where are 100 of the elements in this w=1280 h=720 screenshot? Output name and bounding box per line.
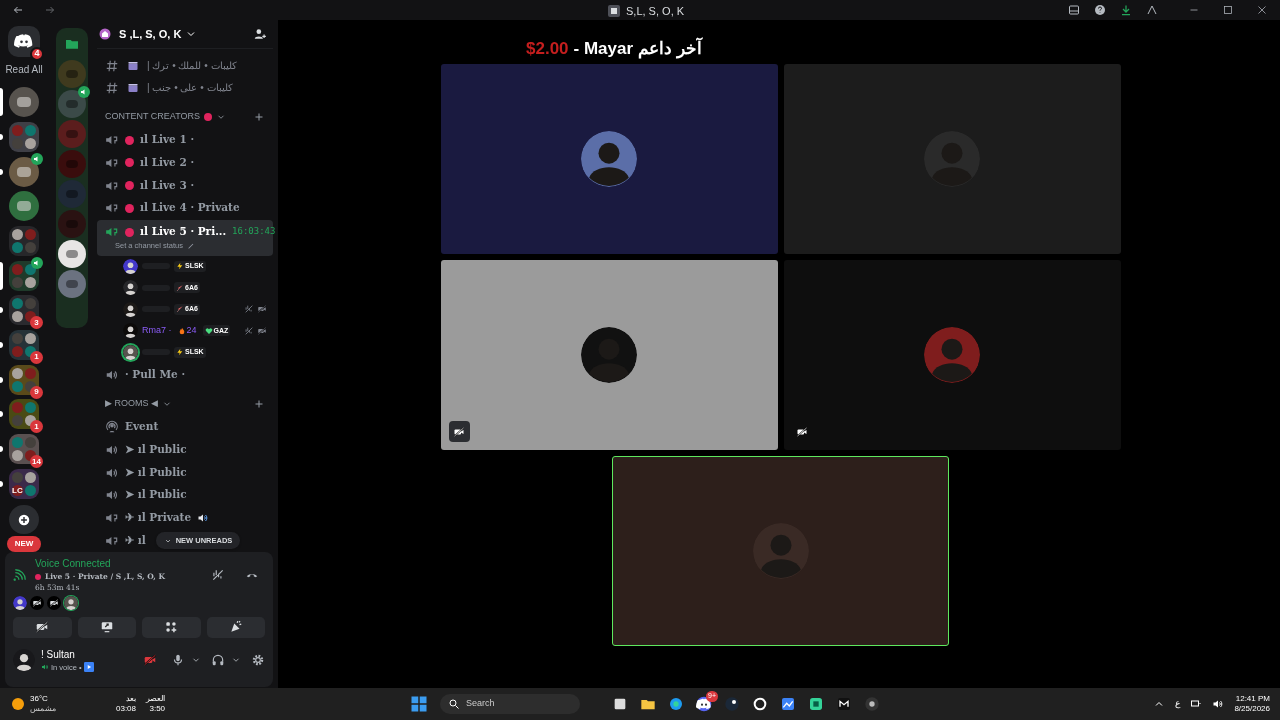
avatar — [13, 648, 35, 671]
video-tile[interactable] — [440, 64, 778, 254]
speaker-icon — [41, 663, 49, 672]
server-folder[interactable] — [9, 121, 39, 152]
voice-channel[interactable]: ıl Live 4 · Private — [97, 197, 273, 220]
activities-button[interactable] — [142, 616, 201, 638]
app-icon[interactable] — [808, 696, 824, 712]
flame-icon — [177, 326, 186, 335]
video-tile[interactable] — [612, 456, 949, 646]
inbox-icon[interactable] — [1068, 4, 1080, 16]
folder-label: LC — [12, 484, 23, 497]
camera-off-icon — [257, 325, 267, 336]
discord-icon[interactable] — [696, 696, 712, 712]
add-server-button[interactable] — [9, 505, 39, 534]
avatar — [752, 523, 809, 579]
server-name[interactable]: S ,L, S, O, K — [119, 25, 182, 43]
server-folder[interactable] — [9, 225, 39, 256]
unread-count: 14 — [30, 455, 43, 469]
direct-messages-button[interactable]: 4 — [8, 26, 40, 57]
steam-icon[interactable] — [724, 696, 740, 712]
search-field[interactable]: Search — [440, 694, 580, 714]
voice-channel[interactable]: ➤ ıl Public — [97, 438, 273, 462]
sun-icon[interactable] — [10, 696, 26, 712]
noise-suppression-icon[interactable] — [211, 567, 225, 582]
member-tag: 24 — [175, 325, 199, 337]
stage-channel[interactable]: Event — [97, 415, 273, 439]
server-folder[interactable]: LC — [9, 468, 39, 499]
soundboard-icon — [228, 620, 243, 634]
server-icon[interactable] — [58, 240, 86, 268]
prayer-time: 3:50 — [149, 704, 166, 714]
clapperboard-icon — [127, 81, 139, 94]
input-language[interactable]: ع — [1175, 697, 1181, 711]
temperature: 36°C — [30, 694, 49, 704]
new-badge: NEW — [6, 536, 42, 552]
pencil-icon[interactable] — [186, 241, 195, 250]
avatar — [64, 595, 78, 610]
username[interactable]: ! Sultan — [41, 646, 94, 662]
play-icon — [83, 662, 94, 673]
hash-icon — [105, 58, 119, 73]
record-icon[interactable] — [864, 696, 880, 712]
signal-icon[interactable] — [13, 567, 27, 582]
camera-off-button[interactable] — [13, 616, 72, 638]
text-channel[interactable]: | كليبات • للملك • ترك — [97, 54, 273, 77]
avatar — [924, 327, 980, 383]
server-icon[interactable] — [9, 191, 39, 222]
camera-off-icon — [35, 620, 50, 634]
clock-date[interactable]: 8/25/2026 — [1234, 704, 1270, 714]
voice-channel[interactable]: ➤ ıl Public — [97, 461, 273, 484]
app-icon[interactable] — [836, 696, 852, 712]
unread-count: 4 — [30, 46, 44, 61]
soundboard-button[interactable] — [206, 616, 265, 638]
microphone-icon[interactable] — [171, 652, 185, 667]
server-icon[interactable] — [9, 87, 39, 118]
text-channel[interactable]: | كليبات • على • جنب — [97, 76, 273, 99]
download-icon[interactable] — [1120, 4, 1132, 16]
back-arrow-icon[interactable] — [12, 4, 24, 16]
unread-count: 9 — [30, 385, 43, 399]
voice-channel[interactable]: ➤ ıl Public — [97, 483, 273, 507]
ring-icon[interactable] — [752, 696, 768, 712]
video-tile[interactable] — [440, 260, 778, 450]
read-all-button[interactable]: Read All — [5, 61, 43, 77]
voice-channel[interactable]: · Pull Me · — [97, 363, 273, 386]
muted-mic-icon — [244, 325, 254, 336]
video-tile[interactable] — [783, 260, 1121, 450]
headphones-icon[interactable] — [211, 652, 225, 667]
prayer-label: بعد — [126, 694, 137, 704]
settings-icon[interactable] — [251, 652, 265, 667]
unread-count: 1 — [30, 420, 43, 434]
voice-channel[interactable]: ıl Live 2 · — [97, 151, 273, 175]
call-timer: 16:03:43 — [232, 225, 276, 239]
member-name[interactable]: Rma7 · — [142, 324, 172, 338]
close-icon[interactable] — [1256, 4, 1268, 16]
heart-icon — [204, 326, 213, 335]
network-icon[interactable] — [1190, 698, 1203, 710]
start-icon[interactable] — [410, 695, 428, 713]
maximize-icon[interactable] — [1222, 4, 1234, 16]
apps-icon — [164, 620, 179, 634]
clock-time[interactable]: 12:41 PM — [1235, 694, 1270, 704]
window-title: S,L, S, O, K — [626, 4, 685, 19]
help-icon[interactable] — [1094, 4, 1106, 16]
photo-icon[interactable] — [780, 696, 796, 712]
video-tile[interactable] — [783, 64, 1121, 254]
category-header[interactable]: CONTENT CREATORS — [105, 110, 200, 124]
camera-off-icon — [257, 304, 267, 315]
screen-share-button[interactable] — [77, 616, 136, 638]
avatar — [13, 595, 27, 610]
category-header[interactable]: ▶ ROOMS ◀ — [105, 397, 158, 411]
voice-channel[interactable]: ıl Live 3 · — [97, 174, 273, 197]
voice-channel[interactable]: ✈ ıl Private — [97, 506, 273, 530]
camera-off-icon[interactable] — [143, 652, 157, 667]
server-badge-icon — [99, 27, 111, 40]
voice-channel[interactable]: ıl Live 1 · — [97, 128, 273, 152]
browser-icon[interactable] — [668, 696, 684, 712]
invite-icon[interactable] — [253, 26, 267, 41]
lightning-icon — [176, 348, 184, 357]
weather-condition: مشمس — [30, 704, 56, 714]
volume-icon[interactable] — [1212, 698, 1225, 710]
unread-count: 3 — [30, 316, 43, 330]
stage-icon — [105, 420, 119, 435]
window-icon[interactable] — [612, 696, 628, 712]
